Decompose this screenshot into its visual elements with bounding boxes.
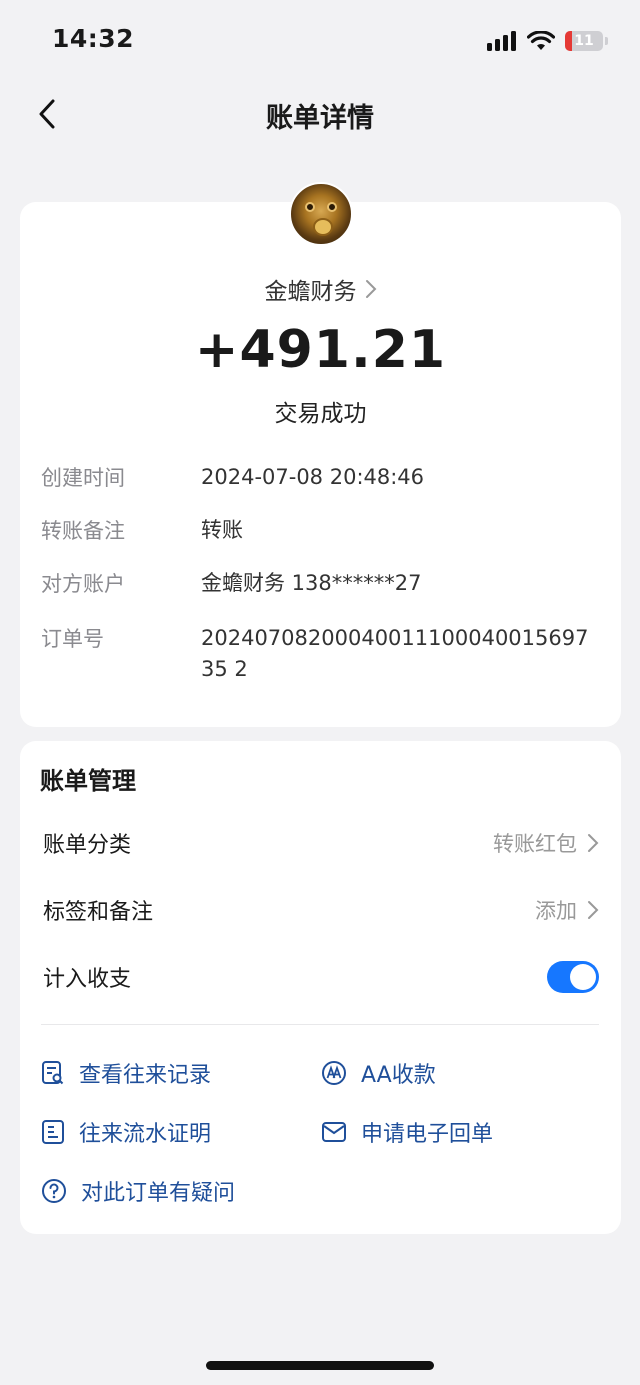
nav-bar: 账单详情	[0, 80, 640, 146]
mail-icon	[322, 1122, 346, 1142]
home-indicator[interactable]	[206, 1361, 434, 1370]
detail-value: 金蟾财务 138******27	[201, 571, 422, 595]
bill-detail-screen: 14:32 11 账单详情 金蟾财务 +491.21 交易成功 创建时间 202…	[0, 0, 640, 1385]
status-icons: 11	[487, 28, 608, 54]
records-icon	[42, 1061, 64, 1085]
order-number[interactable]: 2024070820004001110004001569735 2	[201, 623, 596, 685]
detail-label: 对方账户	[41, 572, 125, 596]
merchant-link[interactable]: 金蟾财务	[20, 272, 621, 306]
detail-value: 转账	[201, 518, 243, 542]
detail-row-counterparty: 对方账户 金蟾财务 138******27	[41, 568, 601, 599]
aa-icon	[322, 1061, 346, 1085]
chevron-right-icon	[588, 901, 599, 919]
transaction-card: 金蟾财务 +491.21 交易成功 创建时间 2024-07-08 20:48:…	[20, 202, 621, 727]
help-circle-icon	[42, 1179, 66, 1203]
page-title: 账单详情	[266, 103, 374, 134]
transaction-status: 交易成功	[274, 401, 367, 427]
bill-management-card: 账单管理 账单分类 转账红包 标签和备注 添加 计入收支 查看往来记录 AA收款…	[20, 741, 621, 1234]
chevron-right-icon	[365, 280, 376, 298]
detail-row-created-time: 创建时间 2024-07-08 20:48:46	[41, 462, 601, 493]
detail-row-order-number: 订单号 2024070820004001110004001569735 2	[41, 623, 601, 685]
wifi-icon	[527, 31, 555, 50]
battery-icon: 11	[565, 31, 603, 51]
action-label: 往来流水证明	[79, 1122, 212, 1147]
merchant-avatar	[289, 182, 353, 246]
document-icon	[42, 1120, 64, 1144]
status-time: 14:32	[52, 24, 135, 53]
action-label: AA收款	[361, 1063, 436, 1088]
include-in-stats-toggle[interactable]	[547, 961, 599, 993]
order-question-button[interactable]: 对此订单有疑问	[41, 1175, 235, 1207]
detail-row-remark: 转账备注 转账	[41, 515, 601, 546]
aa-collect-button[interactable]: AA收款	[321, 1057, 436, 1089]
row-label: 计入收支	[43, 967, 132, 992]
section-title: 账单管理	[40, 767, 136, 795]
row-value: 添加	[535, 899, 577, 923]
action-label: 申请电子回单	[361, 1122, 494, 1147]
transaction-amount: +491.21	[194, 320, 447, 380]
merchant-name: 金蟾财务	[264, 279, 357, 305]
status-bar: 14:32 11	[0, 0, 640, 80]
chevron-right-icon	[588, 834, 599, 852]
row-value: 转账红包	[493, 832, 577, 856]
detail-label: 创建时间	[41, 466, 125, 490]
tags-remarks-row[interactable]: 标签和备注 添加	[43, 890, 599, 930]
statement-proof-button[interactable]: 往来流水证明	[41, 1116, 211, 1148]
row-label: 标签和备注	[43, 900, 154, 925]
e-receipt-button[interactable]: 申请电子回单	[321, 1116, 493, 1148]
detail-label: 订单号	[41, 627, 104, 651]
include-in-stats-row: 计入收支	[43, 957, 599, 997]
detail-value: 2024-07-08 20:48:46	[201, 465, 425, 489]
view-records-button[interactable]: 查看往来记录	[41, 1057, 211, 1089]
action-label: 对此订单有疑问	[81, 1181, 236, 1206]
bill-category-row[interactable]: 账单分类 转账红包	[43, 823, 599, 863]
cellular-signal-icon	[487, 31, 516, 51]
action-label: 查看往来记录	[79, 1063, 212, 1088]
detail-label: 转账备注	[41, 519, 125, 543]
row-label: 账单分类	[43, 833, 132, 858]
battery-level: 11	[574, 33, 594, 49]
divider	[41, 1024, 599, 1025]
